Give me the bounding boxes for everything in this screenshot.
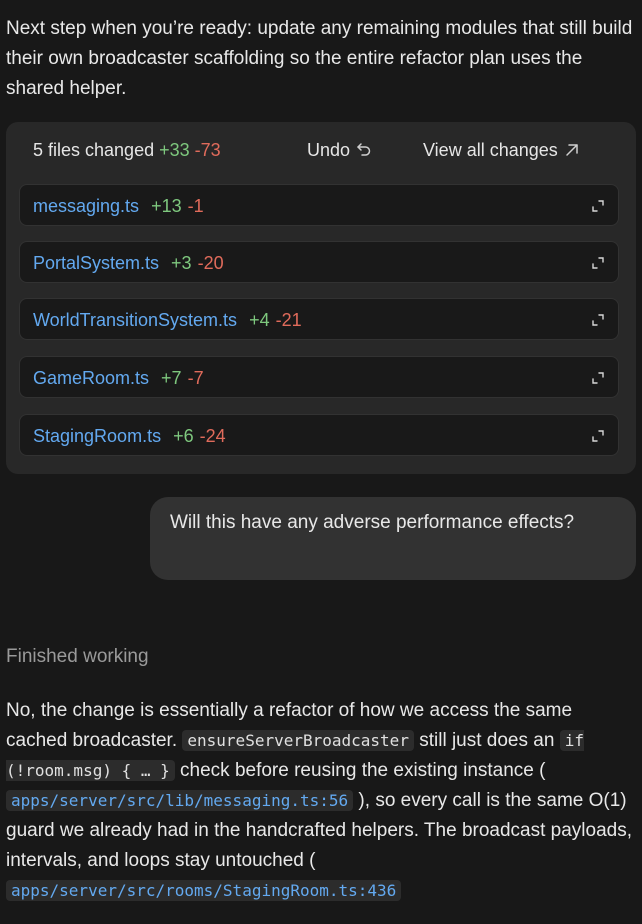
file-name: PortalSystem.ts: [33, 253, 160, 273]
file-stats: +7 -7: [161, 368, 204, 388]
file-stats: +6 -24: [173, 426, 226, 446]
file-removed: -21: [275, 310, 302, 330]
file-entry: messaging.ts +13 -1: [33, 196, 204, 217]
answer-text: still just does an: [413, 730, 560, 751]
expand-icon[interactable]: [592, 430, 604, 442]
expand-icon[interactable]: [592, 257, 604, 269]
answer-text: check before reusing the existing instan…: [174, 760, 546, 781]
user-message-bubble: Will this have any adverse performance e…: [150, 497, 636, 580]
chat-page: Next step when you’re ready: update any …: [0, 0, 642, 924]
undo-arrow-icon: [357, 143, 371, 156]
undo-button[interactable]: Undo: [307, 140, 372, 161]
file-removed: -7: [187, 368, 204, 388]
changed-file-row[interactable]: GameRoom.ts +7 -7: [19, 356, 619, 398]
expand-icon[interactable]: [592, 372, 604, 384]
expand-icon[interactable]: [592, 314, 604, 326]
file-added: +6: [173, 426, 194, 446]
file-added: +7: [161, 368, 182, 388]
changes-summary-card: 5 files changed +33 -73 Undo View all ch…: [6, 122, 636, 474]
undo-label: Undo: [307, 140, 351, 160]
file-name: messaging.ts: [33, 196, 140, 216]
file-reference-link[interactable]: apps/server/src/lib/messaging.ts:56: [6, 790, 354, 811]
view-all-changes-label: View all changes: [423, 140, 558, 160]
changed-file-row[interactable]: PortalSystem.ts +3 -20: [19, 241, 619, 283]
total-added: +33: [159, 140, 190, 160]
expand-icon[interactable]: [592, 200, 604, 212]
file-entry: StagingRoom.ts +6 -24: [33, 426, 226, 447]
changed-file-row[interactable]: messaging.ts +13 -1: [19, 184, 619, 226]
file-removed: -1: [187, 196, 204, 216]
file-entry: GameRoom.ts +7 -7: [33, 368, 204, 389]
user-message-text: Will this have any adverse performance e…: [170, 512, 575, 533]
file-entry: WorldTransitionSystem.ts +4 -21: [33, 310, 302, 331]
file-reference-link[interactable]: apps/server/src/rooms/StagingRoom.ts:436: [6, 880, 402, 901]
file-added: +3: [171, 253, 192, 273]
file-removed: -24: [199, 426, 226, 446]
file-name: StagingRoom.ts: [33, 426, 162, 446]
file-added: +4: [249, 310, 270, 330]
file-name: GameRoom.ts: [33, 368, 150, 388]
changed-file-row[interactable]: WorldTransitionSystem.ts +4 -21: [19, 298, 619, 340]
file-stats: +13 -1: [151, 196, 204, 216]
files-changed-summary: 5 files changed +33 -73: [33, 140, 221, 161]
file-added: +13: [151, 196, 182, 216]
changed-file-row[interactable]: StagingRoom.ts +6 -24: [19, 414, 619, 456]
assistant-message-intro: Next step when you’re ready: update any …: [6, 18, 633, 99]
assistant-message-answer: No, the change is essentially a refactor…: [6, 696, 638, 906]
total-removed: -73: [194, 140, 221, 160]
changes-header: 5 files changed +33 -73 Undo View all ch…: [6, 122, 636, 182]
file-removed: -20: [197, 253, 224, 273]
status-label: Finished working: [6, 646, 149, 667]
view-all-changes-button[interactable]: View all changes: [423, 140, 580, 161]
files-changed-count: 5 files changed: [33, 140, 155, 160]
file-stats: +4 -21: [249, 310, 302, 330]
file-name: WorldTransitionSystem.ts: [33, 310, 238, 330]
file-stats: +3 -20: [171, 253, 224, 273]
file-entry: PortalSystem.ts +3 -20: [33, 253, 224, 274]
inline-code: ensureServerBroadcaster: [182, 730, 414, 751]
arrow-up-right-icon: [566, 144, 578, 156]
